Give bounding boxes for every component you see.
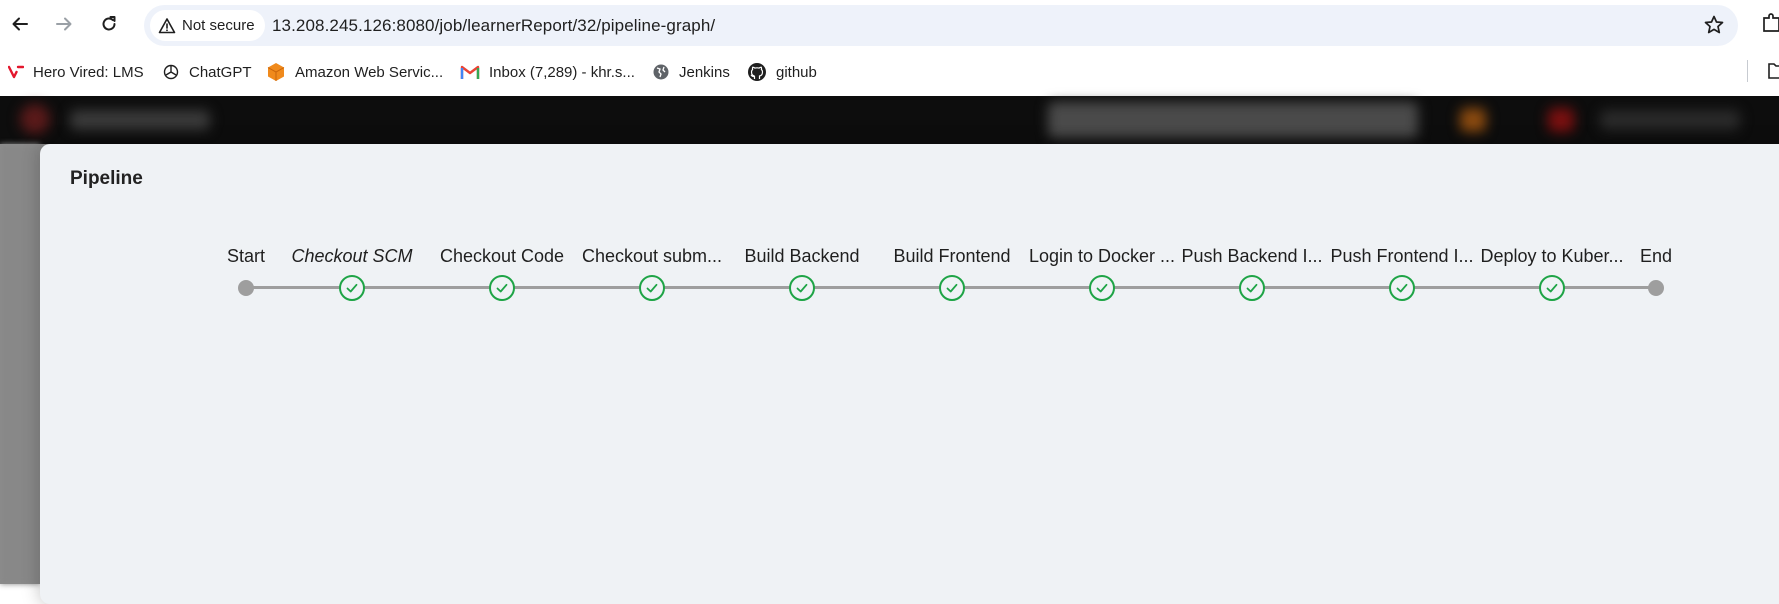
stage-build-backend[interactable]: Build Backend (727, 244, 877, 301)
jenkins-header (0, 96, 1779, 144)
forward-button[interactable] (48, 8, 80, 40)
stage-label[interactable]: Build Frontend (877, 244, 1027, 268)
globe-icon (653, 64, 669, 80)
extensions-icon (1763, 13, 1779, 32)
jenkins-alert (1548, 108, 1574, 132)
bookmark-hero-vired[interactable]: Hero Vired: LMS (8, 60, 144, 84)
success-node[interactable] (639, 275, 665, 301)
star-icon (1704, 15, 1724, 34)
jenkins-search (1048, 102, 1418, 138)
hero-vired-icon (8, 65, 24, 79)
stage-label[interactable]: Push Frontend I... (1327, 244, 1477, 268)
reload-button[interactable] (93, 8, 125, 40)
jenkins-logo (20, 104, 50, 134)
stage-login-docker[interactable]: Login to Docker ... (1027, 244, 1177, 301)
stage-label: End (1639, 246, 1673, 266)
address-bar[interactable]: Not secure 13.208.245.126:8080/job/learn… (144, 5, 1738, 46)
security-label: Not secure (182, 17, 255, 34)
check-icon (1396, 283, 1408, 293)
bookmark-github[interactable]: github (747, 60, 817, 84)
gmail-icon (460, 65, 480, 79)
github-icon (748, 63, 766, 81)
stage-label[interactable]: Build Backend (727, 244, 877, 268)
success-node[interactable] (1389, 275, 1415, 301)
bookmark-chatgpt[interactable]: ChatGPT (162, 60, 252, 84)
success-node[interactable] (1539, 275, 1565, 301)
stage-checkout-scm[interactable]: Checkout SCM (277, 244, 427, 301)
dialog-title: Pipeline (70, 168, 143, 189)
success-node[interactable] (789, 275, 815, 301)
stage-label[interactable]: Checkout SCM (277, 244, 427, 268)
start-node (238, 280, 254, 296)
jenkins-sidebar (0, 144, 40, 584)
jenkins-brand (70, 110, 210, 130)
check-icon (1546, 283, 1558, 293)
back-arrow-icon (12, 17, 28, 31)
bookmark-star-button[interactable] (1702, 13, 1726, 42)
check-icon (496, 283, 508, 293)
browser-toolbar: Not secure 13.208.245.126:8080/job/learn… (0, 0, 1779, 48)
stage-push-frontend[interactable]: Push Frontend I... (1327, 244, 1477, 301)
success-node[interactable] (339, 275, 365, 301)
stage-label[interactable]: Push Backend I... (1177, 244, 1327, 268)
jenkins-user (1600, 110, 1740, 130)
bookmark-gmail[interactable]: Inbox (7,289) - khr.s... (460, 60, 635, 84)
bookmark-aws[interactable]: Amazon Web Servic... (266, 60, 443, 84)
stage-build-frontend[interactable]: Build Frontend (877, 244, 1027, 301)
end-node (1648, 280, 1664, 296)
chatgpt-icon (163, 64, 179, 80)
stage-label[interactable]: Login to Docker ... (1027, 244, 1177, 268)
check-icon (946, 283, 958, 293)
bookmark-label: github (776, 63, 817, 81)
folder-icon (1768, 63, 1779, 79)
success-node[interactable] (489, 275, 515, 301)
check-icon (646, 283, 658, 293)
reload-icon (102, 16, 116, 31)
bookmark-label: Inbox (7,289) - khr.s... (489, 63, 635, 81)
check-icon (1246, 283, 1258, 293)
bookmark-label: Amazon Web Servic... (295, 63, 444, 81)
bookmark-label: Hero Vired: LMS (33, 63, 144, 81)
check-icon (1096, 283, 1108, 293)
forward-arrow-icon (56, 17, 72, 31)
success-node[interactable] (939, 275, 965, 301)
check-icon (796, 283, 808, 293)
back-button[interactable] (4, 8, 36, 40)
success-node[interactable] (1239, 275, 1265, 301)
bookmark-jenkins[interactable]: Jenkins (652, 60, 730, 84)
other-bookmarks-button[interactable] (1768, 62, 1779, 85)
bookmarks-bar: Hero Vired: LMS ChatGPT Amazon Web Servi… (0, 48, 1779, 96)
url-text[interactable]: 13.208.245.126:8080/job/learnerReport/32… (272, 5, 715, 46)
jenkins-notification (1460, 108, 1486, 132)
extensions-button[interactable] (1762, 12, 1779, 39)
bookmark-label: Jenkins (679, 63, 730, 81)
bookmarks-divider (1747, 60, 1748, 82)
stage-label[interactable]: Checkout Code (427, 244, 577, 268)
check-icon (346, 283, 358, 293)
bookmark-label: ChatGPT (189, 63, 252, 81)
success-node[interactable] (1089, 275, 1115, 301)
stage-label[interactable]: Checkout subm... (577, 244, 727, 268)
security-indicator[interactable]: Not secure (150, 10, 265, 41)
stage-push-backend[interactable]: Push Backend I... (1177, 244, 1327, 301)
stage-checkout-code[interactable]: Checkout Code (427, 244, 577, 301)
pipeline-dialog: Pipeline Start Checkout SCM Checkout Cod… (40, 144, 1779, 604)
warning-icon (158, 17, 176, 33)
pipeline-end: End (1581, 244, 1731, 296)
aws-icon (267, 63, 285, 81)
stage-checkout-submodules[interactable]: Checkout subm... (577, 244, 727, 301)
